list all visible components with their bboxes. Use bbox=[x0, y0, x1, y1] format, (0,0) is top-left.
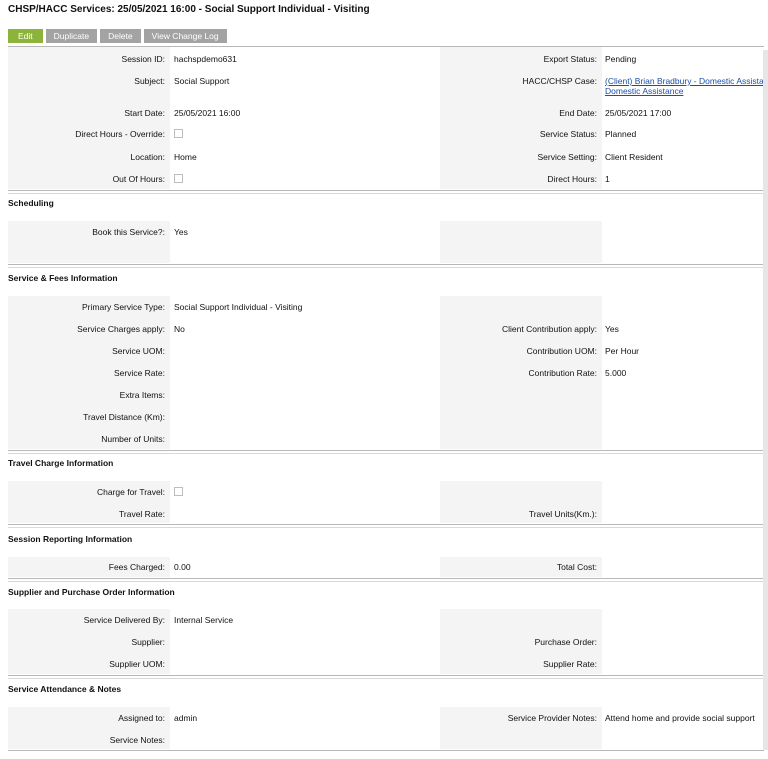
fees-charged-label: Fees Charged: bbox=[108, 562, 165, 572]
service-status-label: Service Status: bbox=[539, 129, 597, 139]
start-date-value: 25/05/2021 16:00 bbox=[174, 108, 241, 118]
session-reporting-heading: Session Reporting Information bbox=[8, 534, 133, 544]
direct-hours-override-checkbox[interactable] bbox=[174, 129, 183, 138]
service-notes-label: Service Notes: bbox=[109, 735, 165, 745]
supplier-rate-label: Supplier Rate: bbox=[543, 659, 597, 669]
export-status-value: Pending bbox=[605, 54, 637, 64]
travel-rate-label: Travel Rate: bbox=[119, 509, 165, 519]
location-label: Location: bbox=[130, 152, 166, 162]
page-title: CHSP/HACC Services: 25/05/2021 16:00 - S… bbox=[8, 4, 370, 15]
out-of-hours-checkbox[interactable] bbox=[174, 174, 183, 183]
total-cost-label: Total Cost: bbox=[556, 562, 597, 572]
service-uom-label: Service UOM: bbox=[112, 346, 165, 356]
subject-value: Social Support bbox=[174, 76, 230, 86]
service-setting-value: Client Resident bbox=[605, 152, 663, 162]
assigned-to-value: admin bbox=[174, 713, 198, 723]
supplier-label: Supplier: bbox=[131, 637, 165, 647]
fees-charged-value: 0.00 bbox=[174, 562, 191, 572]
service-charges-value: No bbox=[174, 324, 185, 334]
service-delivered-by-value: Internal Service bbox=[174, 615, 234, 625]
contribution-rate-value: 5.000 bbox=[605, 368, 627, 378]
provider-notes-label: Service Provider Notes: bbox=[507, 713, 597, 723]
service-fees-heading: Service & Fees Information bbox=[8, 273, 118, 283]
duplicate-button[interactable]: Duplicate bbox=[45, 29, 98, 43]
end-date-label: End Date: bbox=[559, 108, 597, 118]
primary-service-type-label: Primary Service Type: bbox=[82, 302, 165, 312]
direct-hours-label: Direct Hours: bbox=[547, 174, 597, 184]
client-contribution-value: Yes bbox=[605, 324, 619, 334]
book-service-label: Book this Service?: bbox=[92, 227, 165, 237]
travel-distance-label: Travel Distance (Km): bbox=[83, 412, 165, 422]
session-id-label: Session ID: bbox=[121, 54, 165, 64]
edit-button[interactable]: Edit bbox=[8, 29, 43, 43]
subject-label: Subject: bbox=[134, 76, 165, 86]
location-value: Home bbox=[174, 152, 197, 162]
extra-items-label: Extra Items: bbox=[119, 390, 165, 400]
out-of-hours-label: Out Of Hours: bbox=[112, 174, 165, 184]
contribution-uom-value: Per Hour bbox=[605, 346, 640, 356]
export-status-label: Export Status: bbox=[543, 54, 597, 64]
charge-for-travel-checkbox[interactable] bbox=[174, 487, 183, 496]
charge-for-travel-label: Charge for Travel: bbox=[96, 487, 165, 497]
scheduling-heading: Scheduling bbox=[8, 198, 54, 208]
direct-hours-override-label: Direct Hours - Override: bbox=[75, 129, 165, 139]
book-service-value: Yes bbox=[174, 227, 188, 237]
service-status-value: Planned bbox=[605, 129, 637, 139]
view-change-log-button[interactable]: View Change Log bbox=[143, 29, 227, 43]
provider-notes-value: Attend home and provide social support bbox=[605, 713, 755, 723]
service-rate-label: Service Rate: bbox=[113, 368, 165, 378]
case-link-line2[interactable]: Domestic Assistance bbox=[605, 86, 683, 96]
start-date-label: Start Date: bbox=[124, 108, 165, 118]
travel-units-label: Travel Units(Km.): bbox=[528, 509, 597, 519]
number-of-units-label: Number of Units: bbox=[101, 434, 165, 444]
contribution-rate-label: Contribution Rate: bbox=[528, 368, 597, 378]
assigned-to-label: Assigned to: bbox=[118, 713, 165, 723]
client-contribution-label: Client Contribution apply: bbox=[502, 324, 597, 334]
service-setting-label: Service Setting: bbox=[537, 152, 597, 162]
travel-heading: Travel Charge Information bbox=[8, 458, 114, 468]
case-link[interactable]: (Client) Brian Bradbury - Domestic Assis… bbox=[605, 76, 764, 86]
details-panel bbox=[8, 47, 764, 189]
contribution-uom-label: Contribution UOM: bbox=[526, 346, 597, 356]
service-charges-label: Service Charges apply: bbox=[77, 324, 165, 334]
supplier-heading: Supplier and Purchase Order Information bbox=[8, 587, 175, 597]
action-toolbar: Edit Duplicate Delete View Change Log bbox=[8, 29, 227, 43]
purchase-order-label: Purchase Order: bbox=[534, 637, 597, 647]
service-delivered-by-label: Service Delivered By: bbox=[83, 615, 165, 625]
direct-hours-value: 1 bbox=[605, 174, 610, 184]
vertical-scrollbar[interactable] bbox=[763, 50, 768, 750]
session-id-value: hachspdemo631 bbox=[174, 54, 237, 64]
delete-button[interactable]: Delete bbox=[100, 29, 141, 43]
end-date-value: 25/05/2021 17:00 bbox=[605, 108, 672, 118]
primary-service-type-value: Social Support Individual - Visiting bbox=[174, 302, 303, 312]
case-label: HACC/CHSP Case: bbox=[522, 76, 597, 86]
attendance-heading: Service Attendance & Notes bbox=[8, 684, 122, 694]
supplier-uom-label: Supplier UOM: bbox=[109, 659, 165, 669]
